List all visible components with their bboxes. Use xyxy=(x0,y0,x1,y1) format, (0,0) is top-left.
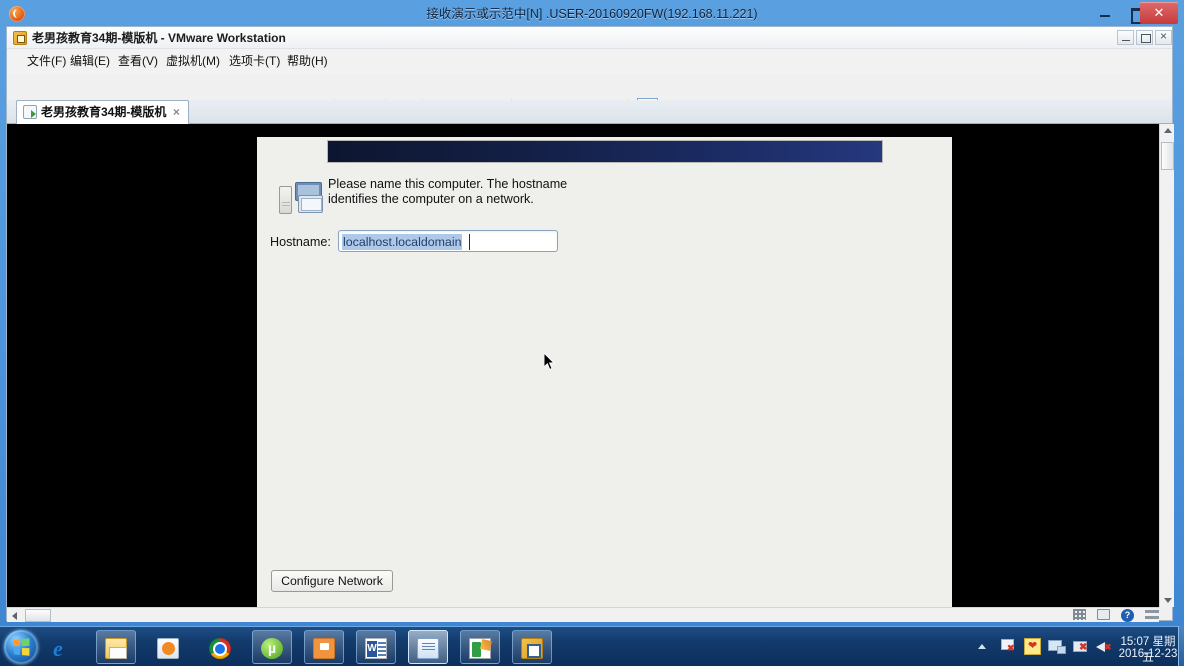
computer-network-icon xyxy=(279,180,325,218)
menu-view[interactable]: 查看(V) xyxy=(114,53,162,70)
tray-action-center-icon[interactable] xyxy=(1000,638,1017,655)
show-hidden-icons-button[interactable] xyxy=(978,644,986,649)
menu-edit[interactable]: 编辑(E) xyxy=(66,53,114,70)
hard-disk-icon[interactable] xyxy=(1073,609,1086,620)
internet-explorer-icon: e xyxy=(53,636,63,661)
menu-tabs[interactable]: 选项卡(T) xyxy=(225,53,284,70)
taskbar-internet-explorer[interactable]: e xyxy=(44,630,84,664)
vertical-scroll-thumb[interactable] xyxy=(1161,142,1174,170)
remote-close-button[interactable]: ✕ xyxy=(1140,2,1178,24)
menu-help[interactable]: 帮助(H) xyxy=(283,53,332,70)
tray-security-icon[interactable] xyxy=(1024,638,1041,655)
taskbar-clock-date[interactable]: 2016-12-23 xyxy=(1118,648,1178,660)
media-player-icon xyxy=(157,638,179,659)
vmware-minimize-button[interactable] xyxy=(1117,30,1134,45)
configure-network-button[interactable]: Configure Network xyxy=(271,570,393,592)
remote-desktop-icon xyxy=(417,638,439,659)
taskbar-toolbox[interactable] xyxy=(304,630,344,664)
vm-tab-close-icon[interactable]: × xyxy=(170,105,182,119)
vmware-workstation-window: 老男孩教育34期-模版机 - VMware Workstation 文件(F) … xyxy=(6,26,1174,622)
guest-horizontal-scrollbar[interactable] xyxy=(7,607,1159,622)
hostname-input[interactable]: localhost.localdomain xyxy=(338,230,558,252)
vm-guest-screen[interactable]: Please name this computer. The hostname … xyxy=(7,124,1159,607)
tray-no-network-icon[interactable] xyxy=(1072,638,1089,655)
taskbar-remote-desktop[interactable] xyxy=(408,630,448,664)
word-icon xyxy=(365,638,387,659)
vmware-window-title: 老男孩教育34期-模版机 - VMware Workstation xyxy=(32,31,286,45)
taskbar-vmware-workstation[interactable] xyxy=(512,630,552,664)
vmware-icon xyxy=(521,638,543,659)
computer-tower-shape xyxy=(279,186,292,214)
vmware-app-icon xyxy=(13,31,27,45)
vm-tab-label: 老男孩教育34期-模版机 xyxy=(41,105,167,119)
horizontal-scroll-thumb[interactable] xyxy=(25,609,51,622)
vm-powered-on-icon xyxy=(23,105,37,119)
vmware-titlebar[interactable]: 老男孩教育34期-模版机 - VMware Workstation xyxy=(7,27,1172,49)
monitor-front-shape xyxy=(298,195,323,213)
hostname-input-value: localhost.localdomain xyxy=(342,234,463,250)
vmware-tab-strip: 老男孩教育34期-模版机 × xyxy=(7,100,1172,124)
remote-window-title: 接收演示或示范中[N] .USER-20160920FW(192.168.11.… xyxy=(426,7,758,21)
utorrent-icon: µ xyxy=(261,638,283,659)
hostname-label: Hostname: xyxy=(270,235,331,249)
tray-volume-muted-icon[interactable] xyxy=(1096,638,1113,655)
windows-taskbar: e µ 15:07 星期五 2016-12-23 xyxy=(0,626,1184,666)
show-desktop-button[interactable] xyxy=(1178,626,1184,666)
notepad-plus-plus-icon xyxy=(469,638,491,659)
taskbar-notepad-plus-plus[interactable] xyxy=(460,630,500,664)
taskbar-media-player[interactable] xyxy=(148,630,188,664)
installer-description: Please name this computer. The hostname … xyxy=(328,177,568,206)
scroll-down-icon[interactable] xyxy=(1164,598,1172,603)
start-button[interactable] xyxy=(4,630,38,664)
menu-file[interactable]: 文件(F) xyxy=(23,53,70,70)
scroll-up-icon[interactable] xyxy=(1164,128,1172,133)
chrome-icon xyxy=(209,638,231,659)
remote-titlebar[interactable]: 接收演示或示范中[N] .USER-20160920FW(192.168.11.… xyxy=(0,0,1184,28)
help-icon[interactable]: ? xyxy=(1121,609,1134,622)
taskbar-utorrent[interactable]: µ xyxy=(252,630,292,664)
vmware-close-button[interactable] xyxy=(1155,29,1172,45)
network-icon[interactable] xyxy=(1145,610,1159,613)
installer-banner xyxy=(327,140,883,163)
briefcase-icon xyxy=(313,638,335,659)
vm-tab-laonanhai[interactable]: 老男孩教育34期-模版机 × xyxy=(16,100,190,124)
guest-vertical-scrollbar[interactable] xyxy=(1159,124,1174,607)
menu-vm[interactable]: 虚拟机(M) xyxy=(162,53,224,70)
vmware-menubar: 文件(F) 编辑(E) 查看(V) 虚拟机(M) 选项卡(T) 帮助(H) + xyxy=(7,49,1172,122)
taskbar-file-explorer[interactable] xyxy=(96,630,136,664)
vmware-status-bar: ? xyxy=(1067,608,1173,622)
cd-drive-icon[interactable] xyxy=(1097,609,1110,620)
text-caret xyxy=(469,234,470,250)
remote-minimize-button[interactable] xyxy=(1090,3,1120,24)
usb-icon[interactable] xyxy=(1145,616,1159,619)
remote-session-window: 接收演示或示范中[N] .USER-20160920FW(192.168.11.… xyxy=(0,0,1184,626)
folder-icon xyxy=(105,638,127,659)
taskbar-google-chrome[interactable] xyxy=(200,630,240,664)
centos-installer-pane: Please name this computer. The hostname … xyxy=(257,137,952,607)
taskbar-microsoft-word[interactable] xyxy=(356,630,396,664)
scroll-left-icon[interactable] xyxy=(12,612,17,620)
vmware-maximize-button[interactable] xyxy=(1136,30,1153,45)
tray-network-icon[interactable] xyxy=(1048,638,1066,655)
mouse-cursor xyxy=(544,353,556,370)
